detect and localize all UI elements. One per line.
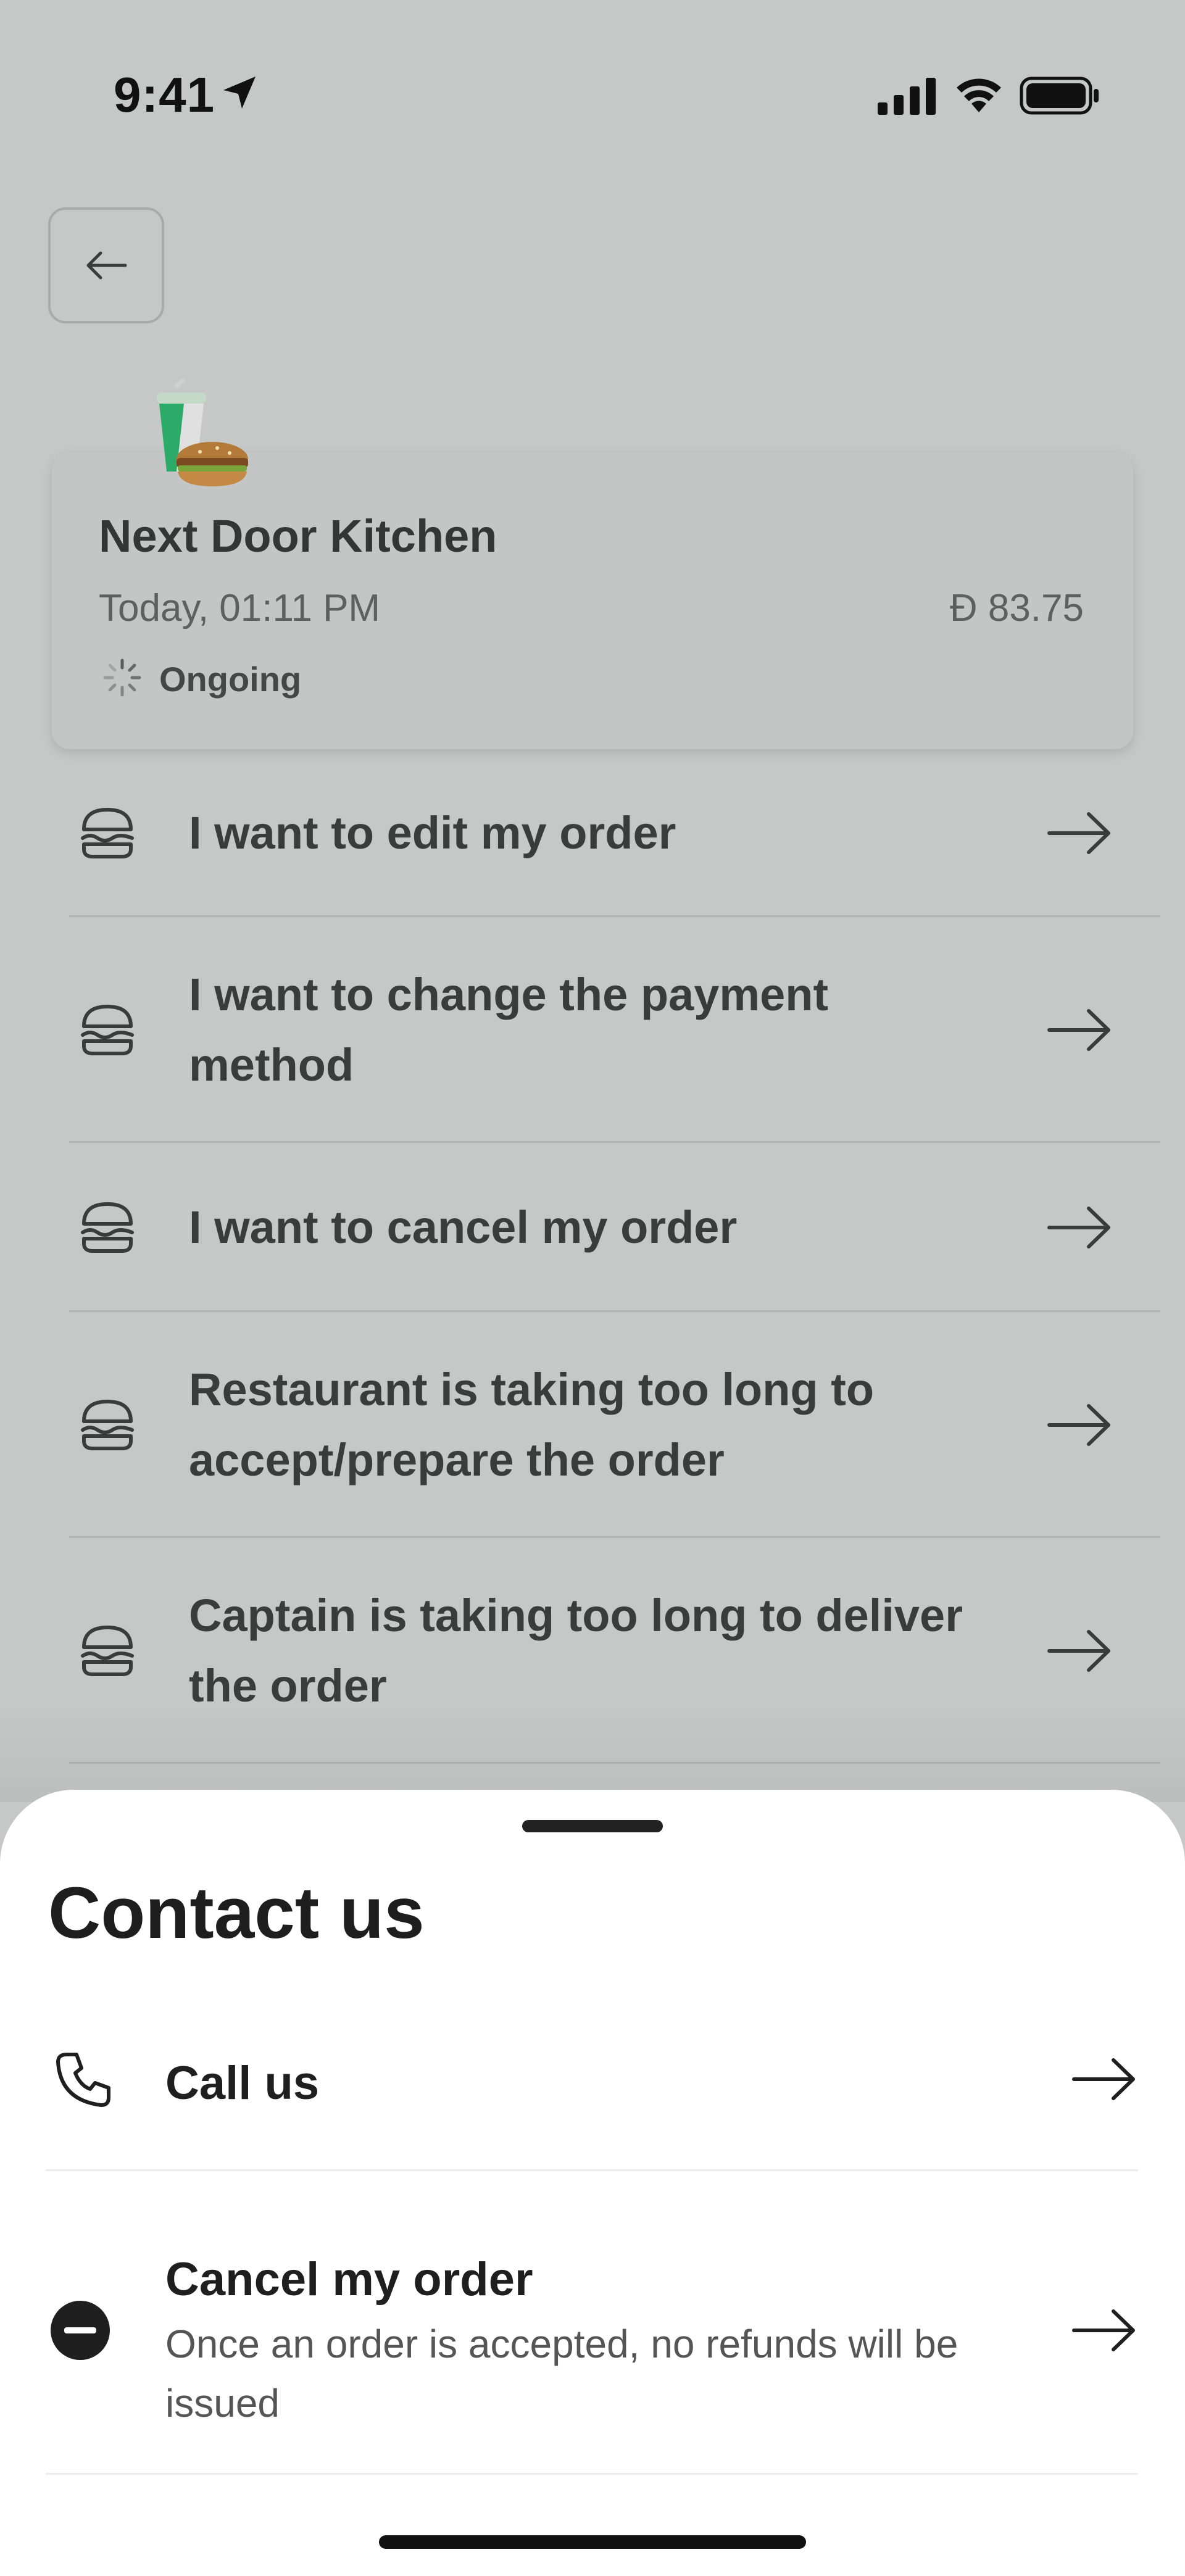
- cancel-order-row[interactable]: Cancel my order Once an order is accepte…: [46, 2171, 1138, 2475]
- restaurant-name: Next Door Kitchen: [99, 510, 497, 562]
- order-help-screen: 9:41 Next Door Kitchen Today, 01:11 PM Đ…: [0, 0, 1185, 2576]
- burger-icon: [81, 1626, 134, 1676]
- arrow-right-icon: [1047, 1404, 1110, 1446]
- location-arrow-icon: [223, 77, 256, 109]
- food-illustration-icon: [157, 379, 248, 486]
- wifi-icon: [957, 78, 1001, 112]
- help-option-label: Captain is taking too long to deliver th…: [189, 1590, 963, 1711]
- help-option-label: Restaurant is taking too long to accept/…: [189, 1364, 875, 1485]
- home-indicator[interactable]: [379, 2535, 806, 2549]
- help-option-cancel-order[interactable]: I want to cancel my order: [69, 1143, 1160, 1312]
- phone-icon: [56, 2053, 110, 2107]
- help-option-label: I want to cancel my order: [189, 1202, 738, 1253]
- help-option-restaurant-slow[interactable]: Restaurant is taking too long to accept/…: [69, 1312, 1160, 1538]
- call-us-row[interactable]: Call us: [46, 1987, 1138, 2171]
- back-button[interactable]: [48, 207, 164, 323]
- help-option-label: I want to change the payment method: [189, 969, 829, 1091]
- arrow-right-icon: [1047, 1009, 1110, 1051]
- sheet-title: Contact us: [48, 1872, 425, 1954]
- order-status: Ongoing: [159, 660, 302, 699]
- sheet-scrim: [0, 1703, 1185, 1802]
- order-price: Đ 83.75: [949, 587, 1084, 629]
- order-date: Today, 01:11 PM: [99, 587, 381, 629]
- cancel-order-label: Cancel my order: [165, 2253, 533, 2306]
- cellular-signal-icon: [878, 78, 936, 115]
- arrow-right-icon: [1047, 812, 1110, 854]
- status-time: 9:41: [114, 67, 215, 122]
- battery-icon: [1020, 77, 1099, 115]
- spinner-icon: [103, 659, 141, 697]
- arrow-right-icon: [1047, 1207, 1110, 1249]
- help-option-edit-order[interactable]: I want to edit my order: [69, 749, 1160, 917]
- arrow-right-icon: [1072, 2309, 1135, 2351]
- minus-circle-icon: [51, 2301, 110, 2360]
- help-option-change-payment[interactable]: I want to change the payment method: [69, 917, 1160, 1143]
- burger-icon: [81, 1202, 134, 1253]
- burger-icon: [81, 808, 134, 858]
- arrow-left-icon: [86, 251, 127, 280]
- burger-icon: [81, 1005, 134, 1055]
- burger-icon: [81, 1400, 134, 1450]
- help-option-label: I want to edit my order: [189, 807, 676, 858]
- arrow-right-icon: [1047, 1630, 1110, 1672]
- cancel-order-description: Once an order is accepted, no refunds wi…: [165, 2322, 958, 2425]
- sheet-drag-handle[interactable]: [522, 1820, 663, 1832]
- call-us-label: Call us: [165, 2057, 320, 2109]
- arrow-right-icon: [1072, 2058, 1135, 2100]
